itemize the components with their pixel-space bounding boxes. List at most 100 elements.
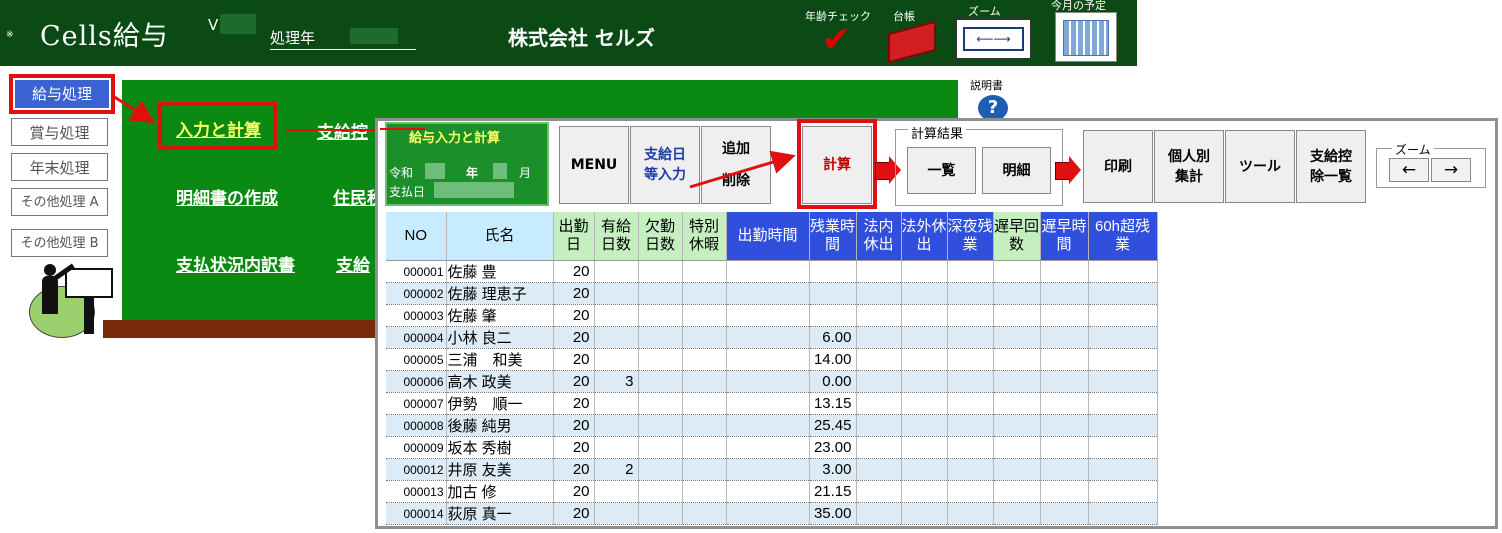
cell-name[interactable]: 伊勢 順一 <box>446 392 554 415</box>
add-delete-button[interactable]: 追加 削除 <box>701 126 771 204</box>
cell-empty[interactable] <box>947 414 994 437</box>
cell-empty[interactable] <box>1040 502 1089 525</box>
cell-no[interactable]: 000001 <box>386 260 447 283</box>
cell-days[interactable]: 20 <box>553 480 595 503</box>
cell-empty[interactable] <box>947 260 994 283</box>
side-item-nenmatsu[interactable]: 年末処理 <box>11 153 108 181</box>
link-nyuryoku-keisan[interactable]: 入力と計算 <box>176 116 261 141</box>
cell-name[interactable]: 加古 修 <box>446 480 554 503</box>
cell-empty[interactable] <box>856 348 902 371</box>
cell-empty[interactable] <box>682 348 727 371</box>
link-shiharai-jokyo[interactable]: 支払状況内訳書 <box>176 251 295 276</box>
cell-empty[interactable] <box>1088 436 1158 459</box>
table-row[interactable]: 000005 三浦 和美 20 14.00 <box>386 348 1158 371</box>
cell-empty[interactable] <box>1088 414 1158 437</box>
cell-name[interactable]: 井原 友美 <box>446 458 554 481</box>
cell-paid[interactable] <box>594 348 639 371</box>
cell-empty[interactable] <box>993 458 1041 481</box>
cell-empty[interactable] <box>901 304 948 327</box>
cell-empty[interactable] <box>993 348 1041 371</box>
cell-paid[interactable] <box>594 436 639 459</box>
cell-empty[interactable] <box>901 502 948 525</box>
table-row[interactable]: 000002 佐藤 理恵子 20 <box>386 282 1158 305</box>
cell-empty[interactable] <box>1088 480 1158 503</box>
cell-empty[interactable] <box>1040 326 1089 349</box>
cell-empty[interactable] <box>638 480 683 503</box>
cell-empty[interactable] <box>682 414 727 437</box>
cell-empty[interactable] <box>856 414 902 437</box>
cell-empty[interactable] <box>682 436 727 459</box>
cell-empty[interactable] <box>856 304 902 327</box>
checkmark-icon[interactable]: ✔ <box>822 22 851 58</box>
cell-ot[interactable]: 23.00 <box>809 436 857 459</box>
cell-ot[interactable]: 0.00 <box>809 370 857 393</box>
cell-paid[interactable] <box>594 480 639 503</box>
cell-empty[interactable] <box>726 392 810 415</box>
cell-empty[interactable] <box>1088 458 1158 481</box>
cell-empty[interactable] <box>726 480 810 503</box>
zoom-out-button[interactable]: ← <box>1389 158 1429 182</box>
cell-empty[interactable] <box>856 480 902 503</box>
cell-empty[interactable] <box>726 326 810 349</box>
cell-empty[interactable] <box>638 414 683 437</box>
cell-paid[interactable] <box>594 502 639 525</box>
cell-empty[interactable] <box>993 304 1041 327</box>
tool-button[interactable]: ツール <box>1225 130 1295 203</box>
link-meisai[interactable]: 明細書の作成 <box>176 184 278 209</box>
cell-empty[interactable] <box>856 282 902 305</box>
cell-paid[interactable] <box>594 414 639 437</box>
payday-input-button[interactable]: 支給日 等入力 <box>630 126 700 204</box>
cell-no[interactable]: 000004 <box>386 326 447 349</box>
cell-empty[interactable] <box>638 458 683 481</box>
side-item-other-b[interactable]: その他処理 B <box>11 229 108 257</box>
cell-days[interactable]: 20 <box>553 436 595 459</box>
cell-name[interactable]: 三浦 和美 <box>446 348 554 371</box>
cell-empty[interactable] <box>726 348 810 371</box>
cell-no[interactable]: 000003 <box>386 304 447 327</box>
cell-empty[interactable] <box>682 304 727 327</box>
cell-no[interactable]: 000005 <box>386 348 447 371</box>
cell-empty[interactable] <box>901 480 948 503</box>
cell-empty[interactable] <box>682 392 727 415</box>
cell-paid[interactable] <box>594 304 639 327</box>
table-row[interactable]: 000014 荻原 真一 20 35.00 <box>386 502 1158 525</box>
cell-empty[interactable] <box>947 370 994 393</box>
cell-empty[interactable] <box>638 436 683 459</box>
cell-empty[interactable] <box>993 370 1041 393</box>
cell-empty[interactable] <box>1088 282 1158 305</box>
cell-ot[interactable] <box>809 282 857 305</box>
cell-paid[interactable]: 2 <box>594 458 639 481</box>
cell-empty[interactable] <box>726 304 810 327</box>
table-row[interactable]: 000013 加古 修 20 21.15 <box>386 480 1158 503</box>
cell-name[interactable]: 佐藤 肇 <box>446 304 554 327</box>
cell-empty[interactable] <box>682 458 727 481</box>
calc-button[interactable]: 計算 <box>802 126 872 204</box>
cell-empty[interactable] <box>638 304 683 327</box>
cell-ot[interactable]: 3.00 <box>809 458 857 481</box>
cell-empty[interactable] <box>993 282 1041 305</box>
cell-empty[interactable] <box>947 392 994 415</box>
cell-empty[interactable] <box>638 502 683 525</box>
cell-days[interactable]: 20 <box>553 414 595 437</box>
cell-empty[interactable] <box>1088 370 1158 393</box>
cell-empty[interactable] <box>682 502 727 525</box>
cell-empty[interactable] <box>901 370 948 393</box>
cell-empty[interactable] <box>682 282 727 305</box>
cell-empty[interactable] <box>901 392 948 415</box>
cell-empty[interactable] <box>1040 304 1089 327</box>
cell-empty[interactable] <box>901 326 948 349</box>
cell-empty[interactable] <box>947 348 994 371</box>
cell-empty[interactable] <box>947 458 994 481</box>
cell-ot[interactable] <box>809 260 857 283</box>
table-row[interactable]: 000009 坂本 秀樹 20 23.00 <box>386 436 1158 459</box>
cell-empty[interactable] <box>993 392 1041 415</box>
cell-empty[interactable] <box>1088 326 1158 349</box>
cell-empty[interactable] <box>682 480 727 503</box>
cell-empty[interactable] <box>993 414 1041 437</box>
table-row[interactable]: 000001 佐藤 豊 20 <box>386 260 1158 283</box>
cell-empty[interactable] <box>1088 260 1158 283</box>
cell-empty[interactable] <box>856 260 902 283</box>
cell-ot[interactable]: 25.45 <box>809 414 857 437</box>
table-row[interactable]: 000003 佐藤 肇 20 <box>386 304 1158 327</box>
cell-no[interactable]: 000008 <box>386 414 447 437</box>
